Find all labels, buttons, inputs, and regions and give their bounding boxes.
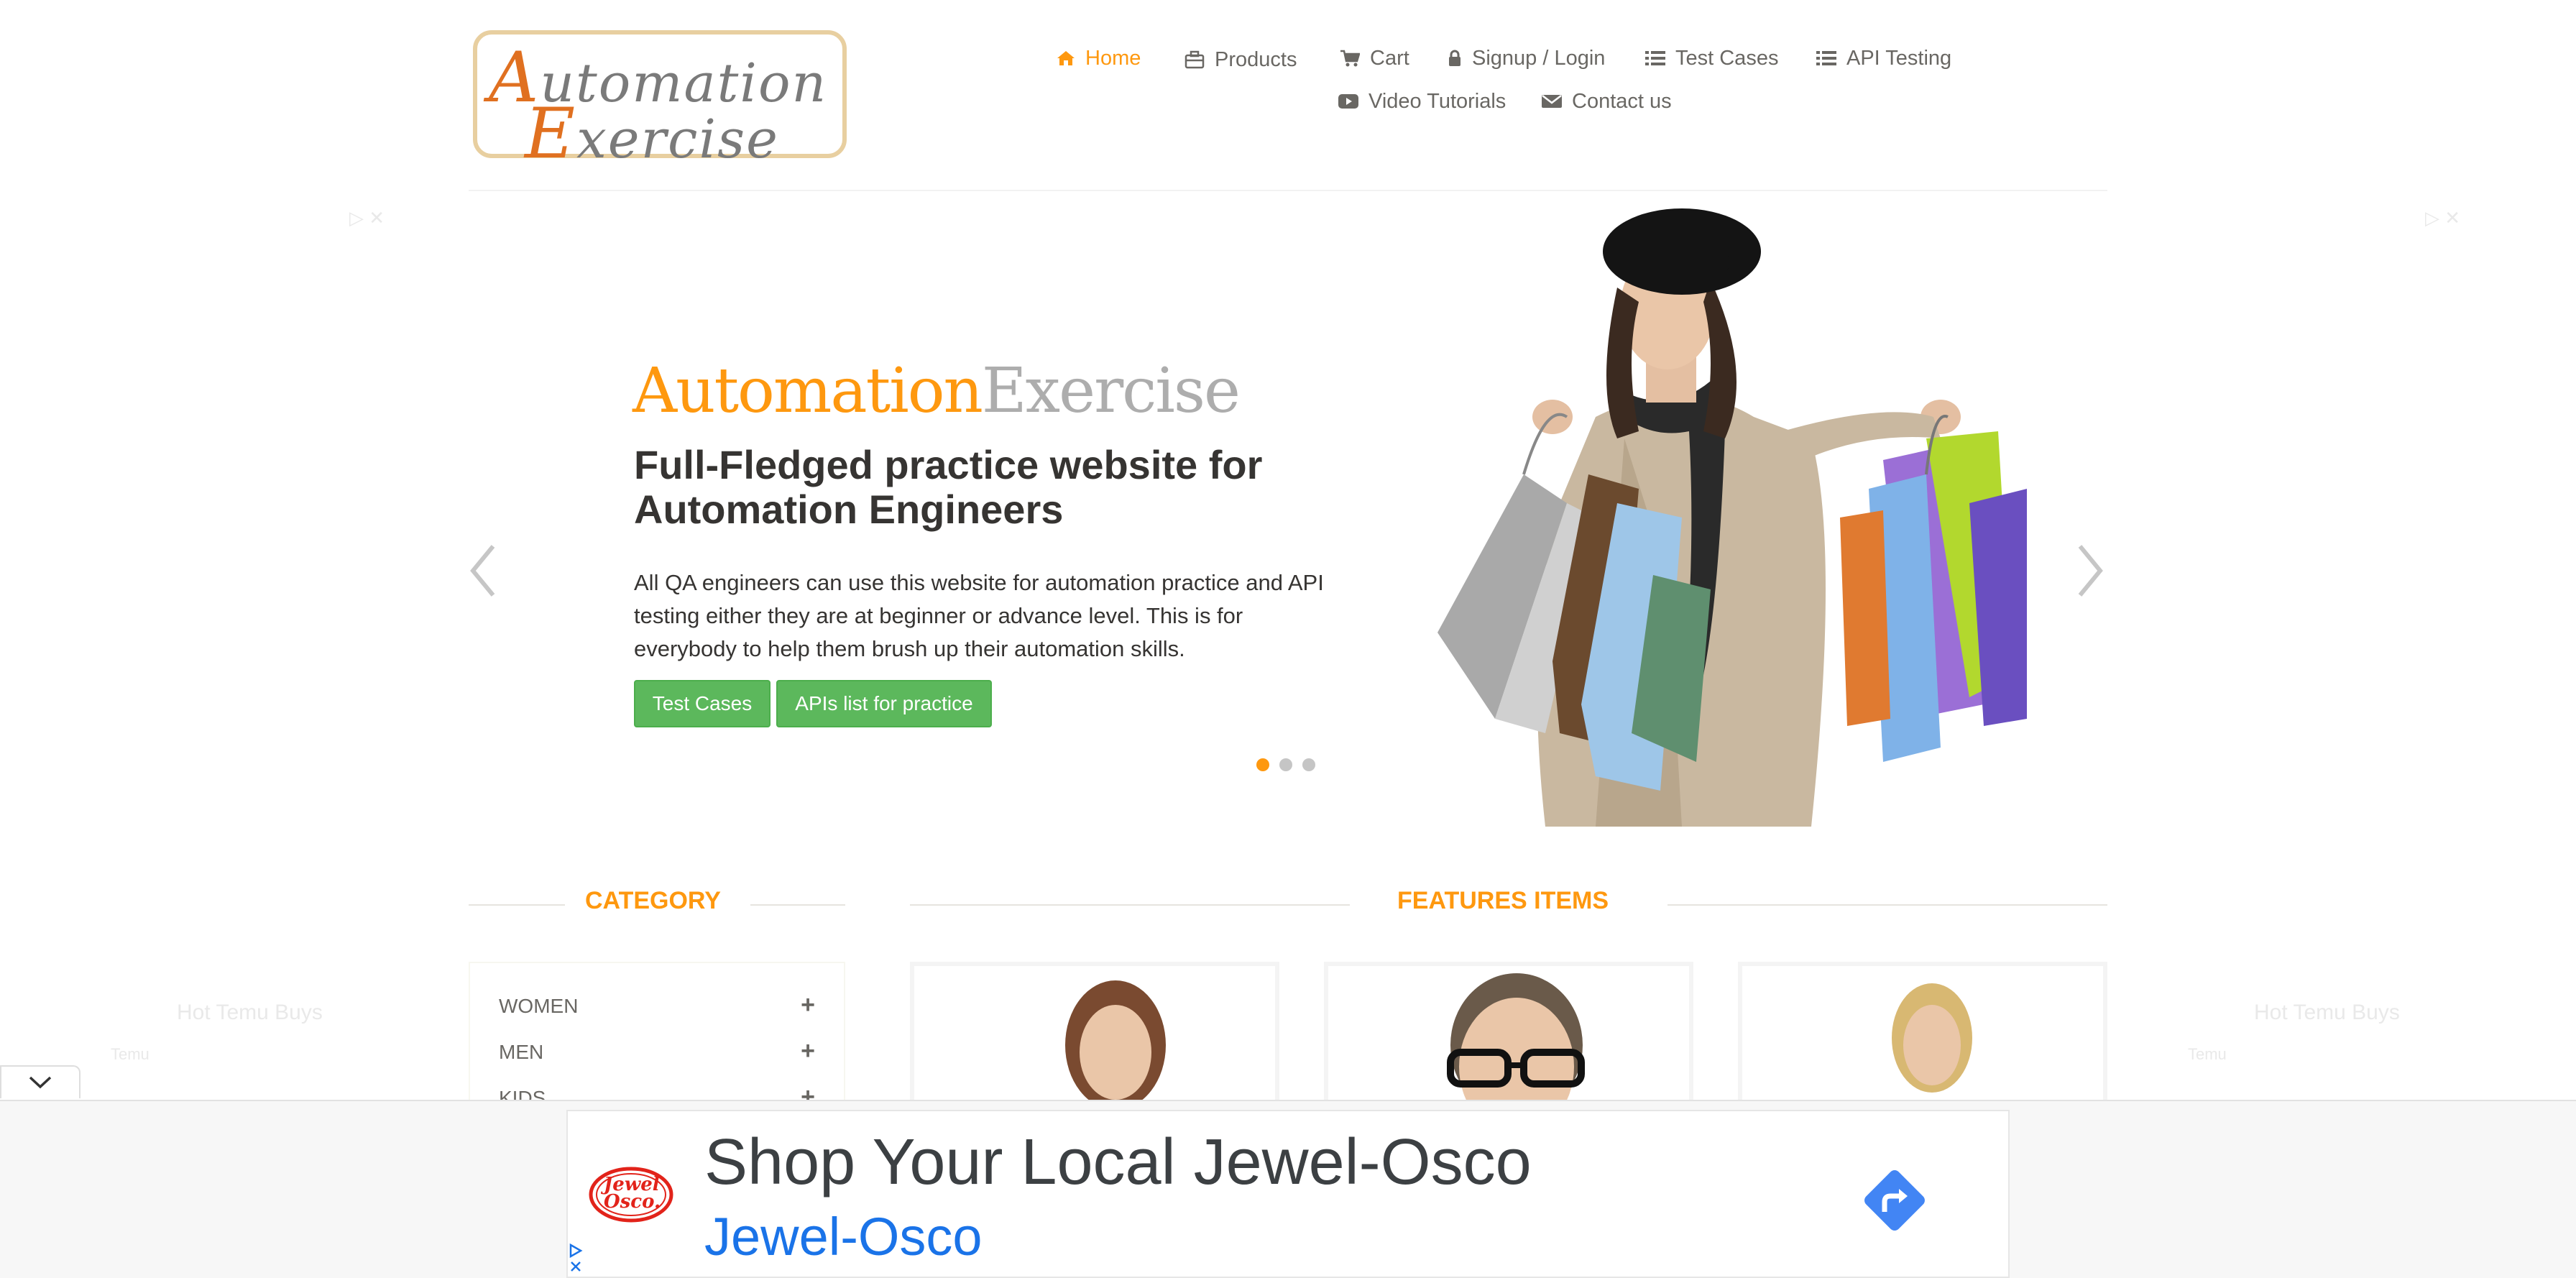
site-logo[interactable]: Automation Exercise	[473, 30, 847, 174]
category-item-label: WOMEN	[499, 995, 579, 1017]
plus-icon[interactable]: +	[801, 993, 815, 1018]
list-icon	[1645, 50, 1665, 66]
features-title-rule	[910, 904, 1350, 906]
nav-products[interactable]: Products	[1184, 42, 1297, 78]
products-icon	[1184, 50, 1205, 69]
cart-icon	[1340, 50, 1360, 67]
hero-brand-title: AutomationExercise	[632, 355, 1241, 427]
ad-logo-text: Jewel Osco.	[604, 1175, 661, 1213]
hero-image-girl-with-bags	[1438, 208, 2027, 827]
logo-line-2: Exercise	[525, 93, 779, 174]
ad-advertiser-link[interactable]: Jewel-Osco	[704, 1206, 983, 1267]
hero-description: All QA engineers can use this website fo…	[634, 570, 1324, 661]
nav-cart-label: Cart	[1370, 46, 1409, 70]
header-divider	[469, 190, 2107, 191]
features-title-rule	[1668, 904, 2107, 906]
side-ad-right-title[interactable]: Hot Temu Buys	[2254, 1001, 2400, 1025]
nav-contact-us[interactable]: Contact us	[1542, 83, 1672, 119]
nav-cart[interactable]: Cart	[1340, 40, 1409, 76]
slider-dot[interactable]	[1302, 758, 1315, 771]
category-item-men[interactable]: MEN +	[499, 1039, 815, 1064]
side-ad-left-title[interactable]: Hot Temu Buys	[177, 1001, 323, 1025]
chevron-down-icon	[29, 1076, 52, 1089]
plus-icon[interactable]: +	[801, 1039, 815, 1064]
nav-login-label: Signup / Login	[1472, 46, 1606, 70]
slider-dot[interactable]	[1279, 758, 1292, 771]
category-title-rule	[469, 904, 565, 906]
ad-headline[interactable]: Shop Your Local Jewel-Osco	[704, 1126, 1532, 1200]
directions-icon[interactable]	[1859, 1164, 1931, 1236]
nav-video-tutorials[interactable]: Video Tutorials	[1338, 83, 1506, 119]
slider-prev-arrow[interactable]	[469, 543, 497, 598]
nav-signup-login[interactable]: Signup / Login	[1448, 40, 1605, 76]
nav-home[interactable]: Home	[1057, 40, 1141, 76]
apis-list-button[interactable]: APIs list for practice	[776, 680, 992, 727]
category-item-label: MEN	[499, 1041, 544, 1063]
nav-video-label: Video Tutorials	[1368, 89, 1506, 113]
nav-home-label: Home	[1085, 46, 1141, 70]
test-cases-button[interactable]: Test Cases	[634, 680, 770, 727]
features-title: Features Items	[1397, 887, 1609, 914]
nav-test-cases-label: Test Cases	[1675, 46, 1779, 70]
nav-api-testing-label: API Testing	[1846, 46, 1952, 70]
nav-api-testing[interactable]: API Testing	[1816, 40, 1951, 76]
category-title: Category	[585, 887, 721, 914]
category-item-women[interactable]: WOMEN +	[499, 993, 815, 1018]
ad-choices-icon: ▷ ✕	[349, 207, 385, 229]
ad-choices-icon[interactable]	[568, 1242, 585, 1274]
hero-heading: Full-Fledged practice website for Automa…	[634, 442, 1263, 532]
envelope-icon	[1542, 93, 1562, 109]
category-title-rule	[750, 904, 845, 906]
slider-dot[interactable]	[1256, 758, 1269, 771]
lock-icon	[1448, 50, 1462, 67]
ad-logo-text-line: Osco.	[604, 1191, 661, 1213]
home-icon	[1057, 50, 1075, 66]
youtube-icon	[1338, 93, 1358, 109]
list-icon	[1816, 50, 1836, 66]
side-ad-left-sub: Temu	[111, 1045, 150, 1063]
ad-choices-icon: ▷ ✕	[2425, 207, 2461, 229]
nav-test-cases[interactable]: Test Cases	[1645, 40, 1778, 76]
side-ad-right-sub: Temu	[2188, 1045, 2227, 1063]
slider-next-arrow[interactable]	[2076, 543, 2104, 598]
slider-indicators	[1256, 758, 1315, 771]
nav-products-label: Products	[1215, 47, 1297, 71]
nav-contact-label: Contact us	[1572, 89, 1672, 113]
ad-collapse-button[interactable]	[0, 1065, 80, 1098]
